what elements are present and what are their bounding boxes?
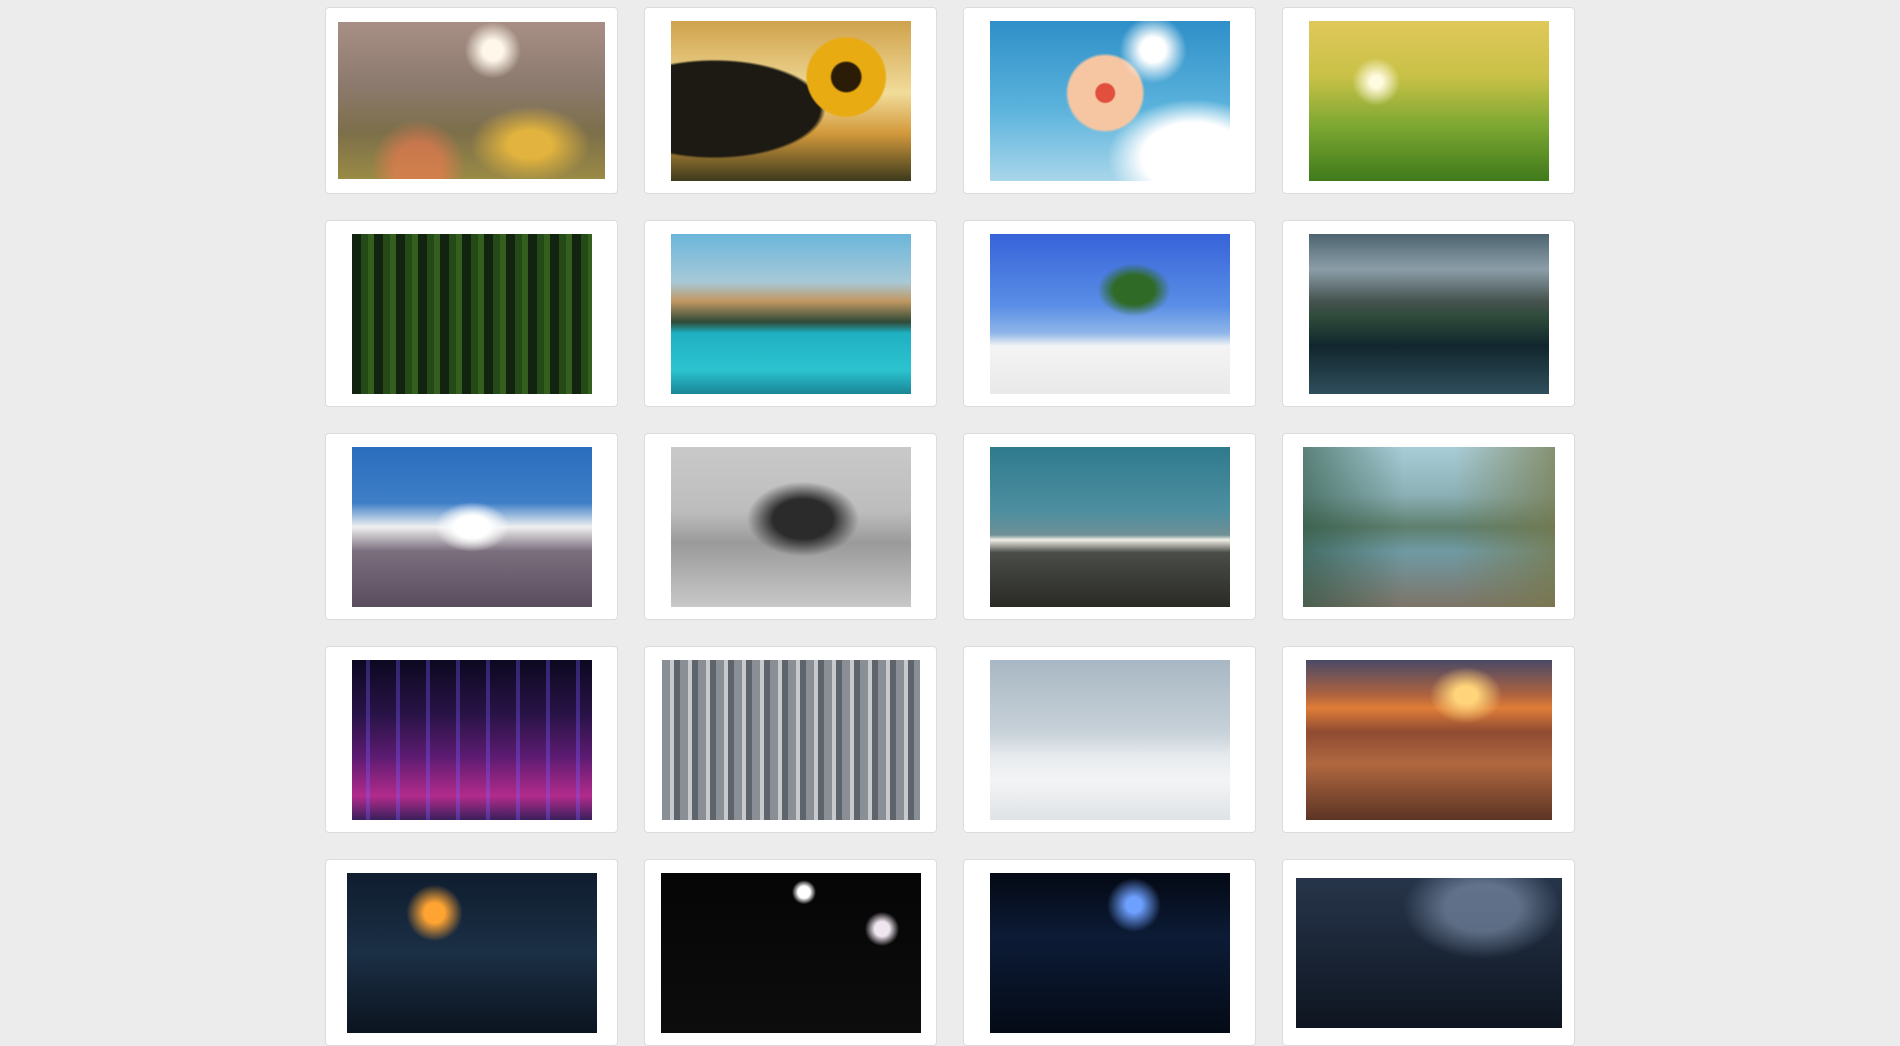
gallery-card[interactable] — [963, 433, 1256, 620]
gallery-card[interactable] — [963, 646, 1256, 833]
sunflower-sunset-photo — [670, 20, 911, 181]
mountain-ridge-dusk-photo — [989, 446, 1230, 607]
gallery-card[interactable] — [325, 220, 618, 407]
image-gallery — [325, 7, 1575, 1046]
city-night-skyline-photo — [351, 659, 592, 820]
gallery-card[interactable] — [1282, 433, 1575, 620]
city-above-clouds-photo — [989, 659, 1230, 820]
gallery-card[interactable] — [644, 220, 937, 407]
wildflowers-bokeh-photo — [338, 22, 605, 179]
night-city-blue-photo — [989, 872, 1230, 1033]
night-lights-photo — [660, 872, 921, 1033]
gallery-card[interactable] — [963, 859, 1256, 1046]
green-forest-photo — [351, 233, 592, 394]
manhattan-skyline-photo — [661, 659, 920, 820]
gallery-card[interactable] — [644, 859, 937, 1046]
misty-mountains-bw-photo — [670, 446, 911, 607]
gallery-card[interactable] — [963, 7, 1256, 194]
gallery-card[interactable] — [644, 7, 937, 194]
gallery-card[interactable] — [644, 433, 937, 620]
turquoise-mountain-lake-photo — [670, 233, 911, 394]
gallery-card[interactable] — [325, 433, 618, 620]
gallery-card[interactable] — [963, 220, 1256, 407]
snowy-peak-clouds-photo — [351, 446, 592, 607]
gallery-card[interactable] — [325, 859, 618, 1046]
cabin-night-photo — [346, 872, 597, 1033]
gallery-card[interactable] — [325, 7, 618, 194]
hibiscus-sky-photo — [989, 20, 1230, 181]
gallery-card[interactable] — [1282, 220, 1575, 407]
alpine-lake-pier-photo — [1302, 446, 1555, 607]
gallery-card[interactable] — [1282, 859, 1575, 1046]
city-sunset-aerial-photo — [1305, 659, 1552, 820]
mountain-lake-driftwood-photo — [1308, 233, 1549, 394]
gallery-card[interactable] — [644, 646, 937, 833]
palm-beach-photo — [989, 233, 1230, 394]
wheat-field-sunrise-photo — [1308, 20, 1549, 181]
milky-way-sky-photo — [1295, 877, 1562, 1028]
gallery-card[interactable] — [1282, 646, 1575, 833]
gallery-card[interactable] — [325, 646, 618, 833]
gallery-card[interactable] — [1282, 7, 1575, 194]
